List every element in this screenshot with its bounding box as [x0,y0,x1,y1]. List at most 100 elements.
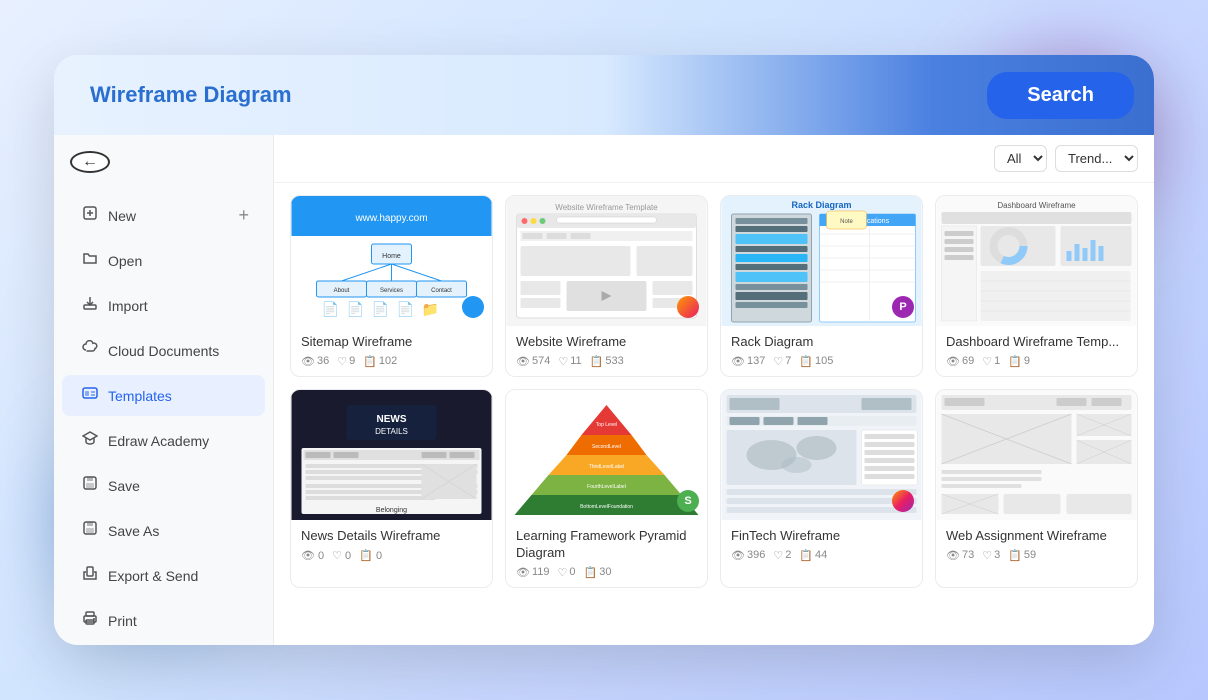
svg-text:Rack Diagram: Rack Diagram [791,200,851,210]
copies-web-assignment: 📋 59 [1008,549,1036,562]
template-card-web-assignment[interactable]: Landing Page Wireframe Web Assignment Wi… [935,389,1138,588]
sidebar-item-cloud[interactable]: Cloud Documents [62,330,265,371]
sidebar-label-cloud: Cloud Documents [108,343,219,359]
copies-pyramid: 📋 30 [584,566,612,579]
views-fintech: 👁 396 [731,549,765,562]
sidebar-item-print[interactable]: Print [62,600,265,641]
template-stats-dashboard: 👁 69 ♡ 1 📋 9 [946,355,1127,368]
app-container: Search ← New + Open [54,55,1154,645]
avatar-sitemap [462,296,484,318]
svg-text:Contact: Contact [431,288,452,294]
likes-fintech: ♡ 2 [773,549,791,562]
sidebar-item-save[interactable]: Save [62,465,265,506]
search-bar: Search [54,55,1154,135]
template-info-web-assignment: Web Assignment Wireframe 👁 73 ♡ 3 📋 59 [936,520,1137,570]
thumbnail-dashboard: Dashboard Wireframe [936,196,1137,326]
sidebar-label-import: Import [108,298,148,314]
copies-news: 📋 0 [359,549,382,562]
save-icon [82,475,98,496]
filter-row: All Trend... [274,135,1154,183]
thumbnail-sitemap: www.happy.com Home About Services [291,196,492,326]
sidebar-label-print: Print [108,613,137,629]
template-card-website[interactable]: Website Wireframe Template [505,195,708,377]
svg-text:📄: 📄 [372,301,389,318]
views-dashboard: 👁 69 [946,355,974,368]
sidebar-item-templates[interactable]: Templates [62,375,265,416]
template-name-website: Website Wireframe [516,334,697,351]
sidebar-label-export: Export & Send [108,568,198,584]
sidebar-item-new[interactable]: New + [62,195,265,236]
likes-dashboard: ♡ 1 [982,355,1000,368]
thumbnail-news: NEWS DETAILS [291,390,492,520]
svg-text:Dashboard Wireframe: Dashboard Wireframe [997,201,1076,210]
sort-filter[interactable]: Trend... [1055,145,1138,172]
new-icon [82,205,98,226]
search-button[interactable]: Search [987,72,1134,119]
avatar-website [677,296,699,318]
sidebar-item-import[interactable]: Import [62,285,265,326]
template-card-dashboard[interactable]: Dashboard Wireframe [935,195,1138,377]
svg-text:📁: 📁 [422,301,439,317]
avatar-fintech [892,490,914,512]
avatar-pyramid: S [677,490,699,512]
likes-website: ♡ 11 [558,355,581,368]
svg-text:ThirdLevelLabel: ThirdLevelLabel [589,464,625,470]
svg-text:Services: Services [380,288,403,294]
svg-text:NEWS: NEWS [377,414,407,425]
template-info-sitemap: Sitemap Wireframe 👁 36 ♡ 9 📋 102 [291,326,492,376]
template-card-fintech[interactable]: FinTech Wireframe 👁 396 ♡ 2 📋 44 [720,389,923,588]
template-stats-website: 👁 574 ♡ 11 📋 533 [516,355,697,368]
print-icon [82,610,98,631]
category-filter[interactable]: All [994,145,1047,172]
svg-text:BottomLevelFoundation: BottomLevelFoundation [580,504,633,510]
likes-news: ♡ 0 [332,549,351,562]
template-info-fintech: FinTech Wireframe 👁 396 ♡ 2 📋 44 [721,520,922,570]
template-name-web-assignment: Web Assignment Wireframe [946,528,1127,545]
svg-text:DETAILS: DETAILS [375,427,408,436]
sidebar-item-academy[interactable]: Edraw Academy [62,420,265,461]
svg-text:📄: 📄 [397,301,414,318]
template-info-website: Website Wireframe 👁 574 ♡ 11 📋 533 [506,326,707,376]
template-grid: www.happy.com Home About Services [274,183,1154,645]
sidebar-label-open: Open [108,253,142,269]
template-info-news: News Details Wireframe 👁 0 ♡ 0 📋 0 [291,520,492,570]
template-stats-fintech: 👁 396 ♡ 2 📋 44 [731,549,912,562]
sidebar-item-save-as[interactable]: Save As [62,510,265,551]
template-card-news[interactable]: NEWS DETAILS [290,389,493,588]
template-card-sitemap[interactable]: www.happy.com Home About Services [290,195,493,377]
sidebar: ← New + Open Im [54,135,274,645]
template-name-dashboard: Dashboard Wireframe Temp... [946,334,1127,351]
svg-text:📄: 📄 [322,301,339,318]
sidebar-label-save-as: Save As [108,523,159,539]
template-card-rack[interactable]: Rack Diagram [720,195,923,377]
main-content: ← New + Open Im [54,135,1154,645]
sidebar-item-export[interactable]: Export & Send [62,555,265,596]
svg-text:SecondLevel: SecondLevel [592,444,621,450]
copies-rack: 📋 105 [799,355,833,368]
template-name-news: News Details Wireframe [301,528,482,545]
copies-fintech: 📋 44 [799,549,827,562]
template-info-pyramid: Learning Framework Pyramid Diagram 👁 119… [506,520,707,587]
sidebar-label-templates: Templates [108,388,172,404]
template-card-pyramid[interactable]: Top Level SecondLevel ThirdLevelLabel Fo… [505,389,708,588]
sidebar-item-open[interactable]: Open [62,240,265,281]
search-input[interactable] [74,74,967,116]
thumbnail-pyramid: Top Level SecondLevel ThirdLevelLabel Fo… [506,390,707,520]
template-stats-rack: 👁 137 ♡ 7 📋 105 [731,355,912,368]
svg-text:Top Level: Top Level [596,422,617,428]
svg-text:Note: Note [840,219,853,225]
svg-text:Home: Home [382,253,401,260]
back-button[interactable]: ← [70,151,110,173]
template-name-rack: Rack Diagram [731,334,912,351]
template-info-rack: Rack Diagram 👁 137 ♡ 7 📋 105 [721,326,922,376]
svg-text:www.happy.com: www.happy.com [354,213,427,224]
template-name-pyramid: Learning Framework Pyramid Diagram [516,528,697,562]
template-stats-news: 👁 0 ♡ 0 📋 0 [301,549,482,562]
templates-icon [82,385,98,406]
likes-web-assignment: ♡ 3 [982,549,1000,562]
new-plus-icon: + [238,205,249,226]
svg-text:📄: 📄 [347,301,364,318]
likes-pyramid: ♡ 0 [558,566,576,579]
open-icon [82,250,98,271]
export-icon [82,565,98,586]
